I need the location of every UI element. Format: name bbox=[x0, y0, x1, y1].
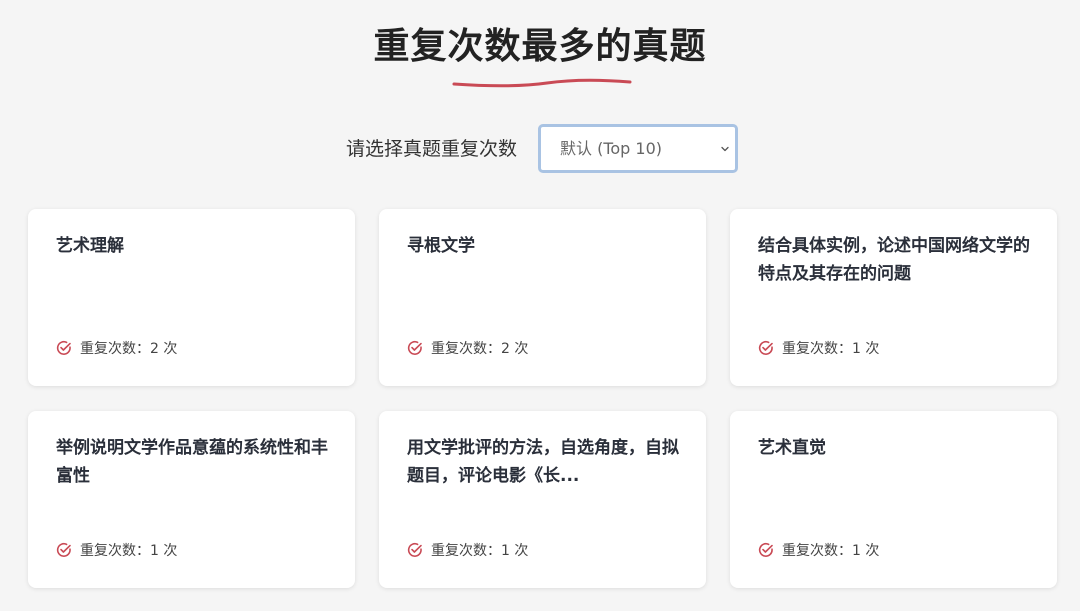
check-circle-icon bbox=[758, 543, 773, 557]
repeat-count-select[interactable]: 默认 (Top 10) bbox=[538, 124, 738, 173]
card-meta: 重复次数：1 次 bbox=[56, 539, 177, 561]
check-circle-icon bbox=[56, 341, 71, 355]
card-meta: 重复次数：1 次 bbox=[407, 539, 528, 561]
repeat-count: 重复次数：1 次 bbox=[782, 341, 880, 357]
repeat-count: 重复次数：1 次 bbox=[782, 543, 880, 559]
question-card[interactable]: 举例说明文学作品意蕴的系统性和丰富性 重复次数：1 次 bbox=[28, 411, 355, 588]
chevron-down-icon bbox=[721, 146, 729, 152]
card-meta: 重复次数：2 次 bbox=[56, 337, 177, 359]
card-title: 艺术理解 bbox=[56, 236, 124, 256]
question-card[interactable]: 艺术直觉 重复次数：1 次 bbox=[730, 411, 1057, 588]
filter-label: 请选择真题重复次数 bbox=[346, 138, 518, 160]
select-value: 默认 (Top 10) bbox=[560, 139, 663, 158]
repeat-count: 重复次数：1 次 bbox=[80, 543, 178, 559]
question-card[interactable]: 寻根文学 重复次数：2 次 bbox=[379, 209, 706, 386]
card-title: 寻根文学 bbox=[407, 236, 475, 256]
page-title: 重复次数最多的真题 bbox=[373, 26, 707, 67]
card-meta: 重复次数：1 次 bbox=[758, 337, 879, 359]
question-card[interactable]: 结合具体实例，论述中国网络文学的特点及其存在的问题 重复次数：1 次 bbox=[730, 209, 1057, 386]
filter-row: 请选择真题重复次数 默认 (Top 10) bbox=[0, 124, 1080, 174]
check-circle-icon bbox=[56, 543, 71, 557]
repeat-count: 重复次数：1 次 bbox=[431, 543, 529, 559]
page: 重复次数最多的真题 请选择真题重复次数 默认 (Top 10) 艺术理解 重复次… bbox=[0, 0, 1080, 611]
repeat-count: 重复次数：2 次 bbox=[80, 341, 178, 357]
card-title: 用文学批评的方法，自选角度，自拟题目，评论电影《长... bbox=[407, 438, 679, 486]
check-circle-icon bbox=[407, 341, 422, 355]
card-title: 举例说明文学作品意蕴的系统性和丰富性 bbox=[56, 438, 328, 486]
question-card[interactable]: 艺术理解 重复次数：2 次 bbox=[28, 209, 355, 386]
title-underline-decoration bbox=[452, 78, 632, 88]
card-meta: 重复次数：1 次 bbox=[758, 539, 879, 561]
card-title: 结合具体实例，论述中国网络文学的特点及其存在的问题 bbox=[758, 236, 1030, 284]
check-circle-icon bbox=[407, 543, 422, 557]
question-card[interactable]: 用文学批评的方法，自选角度，自拟题目，评论电影《长... 重复次数：1 次 bbox=[379, 411, 706, 588]
repeat-count: 重复次数：2 次 bbox=[431, 341, 529, 357]
card-meta: 重复次数：2 次 bbox=[407, 337, 528, 359]
card-title: 艺术直觉 bbox=[758, 438, 826, 458]
check-circle-icon bbox=[758, 341, 773, 355]
